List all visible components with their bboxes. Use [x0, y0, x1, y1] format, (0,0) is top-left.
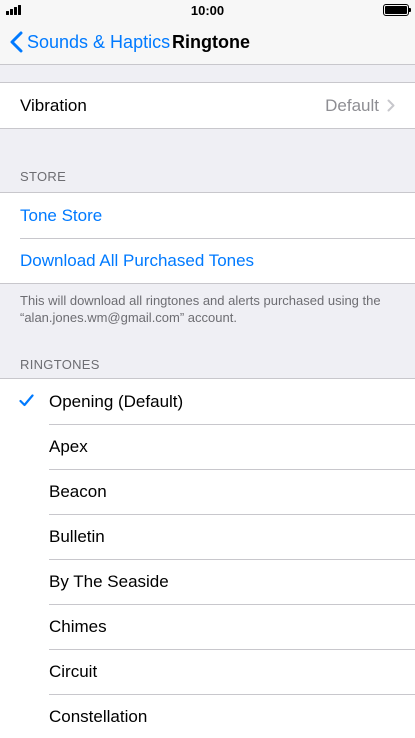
ringtones-group: Opening (Default) Apex Beacon Bulletin B… — [0, 378, 415, 738]
vibration-label: Vibration — [20, 95, 87, 115]
download-all-tones-link[interactable]: Download All Purchased Tones — [0, 238, 415, 283]
tone-store-link[interactable]: Tone Store — [0, 193, 415, 238]
back-button-label: Sounds & Haptics — [27, 31, 171, 52]
ringtone-row[interactable]: Chimes — [0, 604, 415, 649]
ringtone-label: Apex — [49, 436, 88, 456]
ringtone-row[interactable]: Beacon — [0, 469, 415, 514]
store-footer-text: This will download all ringtones and ale… — [20, 293, 381, 325]
chevron-left-icon — [10, 31, 23, 53]
ringtone-row[interactable]: By The Seaside — [0, 559, 415, 604]
status-time: 10:00 — [190, 3, 225, 18]
ringtone-label: By The Seaside — [49, 571, 169, 591]
battery-icon — [383, 4, 411, 16]
ringtone-row[interactable]: Apex — [0, 424, 415, 469]
ringtone-label: Chimes — [49, 616, 107, 636]
chevron-right-icon — [387, 99, 395, 112]
ringtone-label: Beacon — [49, 481, 107, 501]
ringtone-label: Circuit — [49, 661, 98, 681]
vibration-group: Vibration Default — [0, 82, 415, 129]
ringtone-row[interactable]: Bulletin — [0, 514, 415, 559]
ringtone-label: Opening (Default) — [49, 391, 184, 411]
page-title: Ringtone — [172, 32, 250, 52]
back-button[interactable]: Sounds & Haptics — [10, 31, 170, 53]
vibration-value-text: Default — [325, 95, 379, 115]
navigation-bar: Sounds & Haptics Ringtone — [0, 20, 415, 65]
ringtones-section-header: RINGTONES — [20, 357, 100, 372]
status-bar: 10:00 — [0, 0, 415, 20]
ringtone-label: Constellation — [49, 706, 148, 726]
store-group: Tone Store Download All Purchased Tones — [0, 192, 415, 284]
checkmark-icon — [19, 394, 34, 407]
vibration-value: Default — [325, 96, 415, 116]
ringtone-row[interactable]: Constellation — [0, 694, 415, 738]
ringtone-row[interactable]: Opening (Default) — [0, 379, 415, 424]
ringtone-label: Bulletin — [49, 526, 105, 546]
vibration-row[interactable]: Vibration Default — [0, 83, 415, 128]
ringtone-row[interactable]: Circuit — [0, 649, 415, 694]
store-section-header: STORE — [20, 169, 67, 184]
